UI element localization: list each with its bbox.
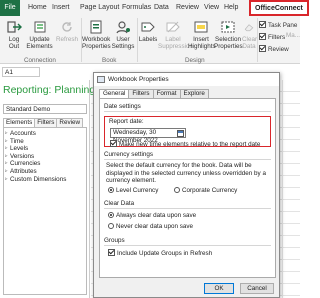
never-clear-radio[interactable]: Never clear data upon save: [108, 223, 193, 230]
tab-formulas[interactable]: Formulas: [122, 4, 151, 11]
tab-insert[interactable]: Insert: [52, 4, 70, 11]
ribbon-tabs: File Home Insert Page Layout Formulas Da…: [0, 0, 309, 16]
pane-tabs: Elements Filters Review: [3, 118, 84, 128]
tab-data[interactable]: Data: [154, 4, 169, 11]
workbook-properties-dialog: Workbook Properties General Filters Format…: [93, 72, 280, 298]
update-elements-icon: [34, 21, 45, 33]
group-label-connection: Connection: [24, 57, 56, 64]
checkbox-checked-icon: [259, 33, 266, 40]
labels-button[interactable]: Labels: [138, 20, 158, 43]
relative-time-checkbox[interactable]: Make new time elements relative to the r…: [110, 140, 260, 148]
checkbox-checked-icon: [108, 249, 115, 256]
divider: [104, 245, 271, 246]
dialog-title: Workbook Properties: [94, 73, 279, 86]
clear-data-button[interactable]: Clear Data: [242, 20, 257, 50]
report-date-label: Report date:: [109, 118, 144, 125]
radio-icon: [174, 187, 180, 193]
tree-item-custom-dimensions[interactable]: Custom Dimensions: [4, 176, 86, 184]
refresh-button[interactable]: Refresh: [55, 20, 79, 43]
always-clear-radio[interactable]: Always clear data upon save: [108, 212, 196, 219]
insert-highlights-button[interactable]: Insert Highlights: [188, 20, 216, 50]
radio-icon: [108, 223, 114, 229]
model-select[interactable]: Standard Demo: [3, 104, 87, 114]
window-icon: [97, 76, 105, 83]
radio-selected-icon: [108, 212, 114, 218]
selection-properties-button[interactable]: Selection Properties: [214, 20, 243, 50]
include-update-groups-checkbox[interactable]: Include Update Groups in Refresh: [108, 249, 212, 257]
labels-icon: [141, 22, 155, 32]
tab-home[interactable]: Home: [28, 4, 47, 11]
groups-heading: Groups: [104, 237, 125, 244]
workbook-properties-icon: [90, 20, 102, 34]
group-separator: [257, 18, 258, 62]
tab-file[interactable]: File: [0, 0, 20, 16]
highlight-icon: [194, 21, 208, 33]
clear-data-heading: Clear Data: [104, 200, 135, 207]
tab-view[interactable]: View: [204, 4, 219, 11]
checkbox-checked-icon: [259, 21, 266, 28]
tree-item-accounts[interactable]: Accounts: [4, 130, 86, 138]
divider: [104, 111, 271, 112]
currency-description: Select the default currency for the book…: [106, 162, 266, 185]
logout-icon: [7, 21, 22, 33]
checkbox-checked-icon: [259, 45, 266, 52]
tab-review[interactable]: Review: [176, 4, 199, 11]
review-checkbox[interactable]: Review: [259, 45, 289, 53]
task-pane-checkbox[interactable]: Task Pane: [259, 21, 297, 29]
tree-item-attributes[interactable]: Attributes: [4, 168, 86, 176]
name-box[interactable]: A1: [2, 67, 40, 77]
tab-officeconnect[interactable]: OfficeConnect: [249, 0, 309, 16]
filters-checkbox[interactable]: Filters: [259, 33, 285, 41]
selection-properties-icon: [221, 21, 235, 33]
report-date-picker[interactable]: Wednesday, 30 November 2022: [110, 128, 186, 144]
ribbon: File Home Insert Page Layout Formulas Da…: [0, 0, 309, 64]
corporate-currency-radio[interactable]: Corporate Currency: [174, 187, 237, 194]
divider: [104, 159, 271, 160]
label-suppression-button[interactable]: Label Suppression: [158, 20, 193, 50]
workbook-properties-button[interactable]: Workbook Properties: [82, 20, 111, 50]
dialog-body: Date settings Report date: Wednesday, 30…: [99, 98, 276, 278]
label-suppression-icon: [166, 21, 180, 33]
task-pane: Reporting: Planning Standard Demo Elemen…: [0, 80, 95, 298]
ok-button[interactable]: OK: [204, 283, 234, 294]
group-label-design: Design: [185, 57, 205, 64]
tree-item-time[interactable]: Time: [4, 138, 86, 146]
logout-button[interactable]: Log Out: [3, 20, 25, 50]
tab-help[interactable]: Help: [224, 4, 238, 11]
group-label-book: Book: [102, 57, 117, 64]
report-date-highlight: Report date: Wednesday, 30 November 2022…: [104, 116, 271, 148]
calendar-icon[interactable]: [177, 130, 184, 137]
user-settings-button[interactable]: User Settings: [111, 20, 135, 50]
divider: [104, 208, 271, 209]
currency-settings-heading: Currency settings: [104, 151, 153, 158]
date-settings-heading: Date settings: [104, 103, 141, 110]
element-tree: Accounts Time Levels Versions Currencies…: [3, 127, 87, 295]
make-button[interactable]: Ma...: [286, 32, 300, 39]
update-elements-button[interactable]: Update Elements: [26, 20, 53, 50]
tab-page-layout[interactable]: Page Layout: [80, 4, 119, 11]
refresh-icon: [62, 22, 72, 32]
checkbox-checked-icon: [110, 140, 117, 147]
radio-selected-icon: [108, 187, 114, 193]
tree-item-levels[interactable]: Levels: [4, 145, 86, 153]
eraser-icon: [244, 24, 254, 32]
pane-title: Reporting: Planning: [3, 84, 96, 96]
user-settings-icon: [116, 21, 130, 34]
level-currency-radio[interactable]: Level Currency: [108, 187, 158, 194]
tree-item-currencies[interactable]: Currencies: [4, 160, 86, 168]
cancel-button[interactable]: Cancel: [240, 283, 274, 294]
tree-item-versions[interactable]: Versions: [4, 153, 86, 161]
